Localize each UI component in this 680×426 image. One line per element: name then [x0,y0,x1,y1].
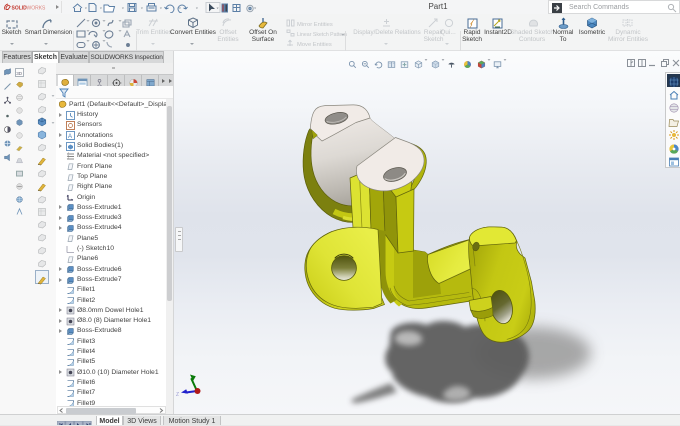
svg-text:WORKS: WORKS [27,5,47,11]
svg-text:Z: Z [176,392,179,398]
svg-text:SOLID: SOLID [12,5,28,11]
svg-text:A: A [68,134,72,140]
svg-text:3D: 3D [16,70,23,75]
